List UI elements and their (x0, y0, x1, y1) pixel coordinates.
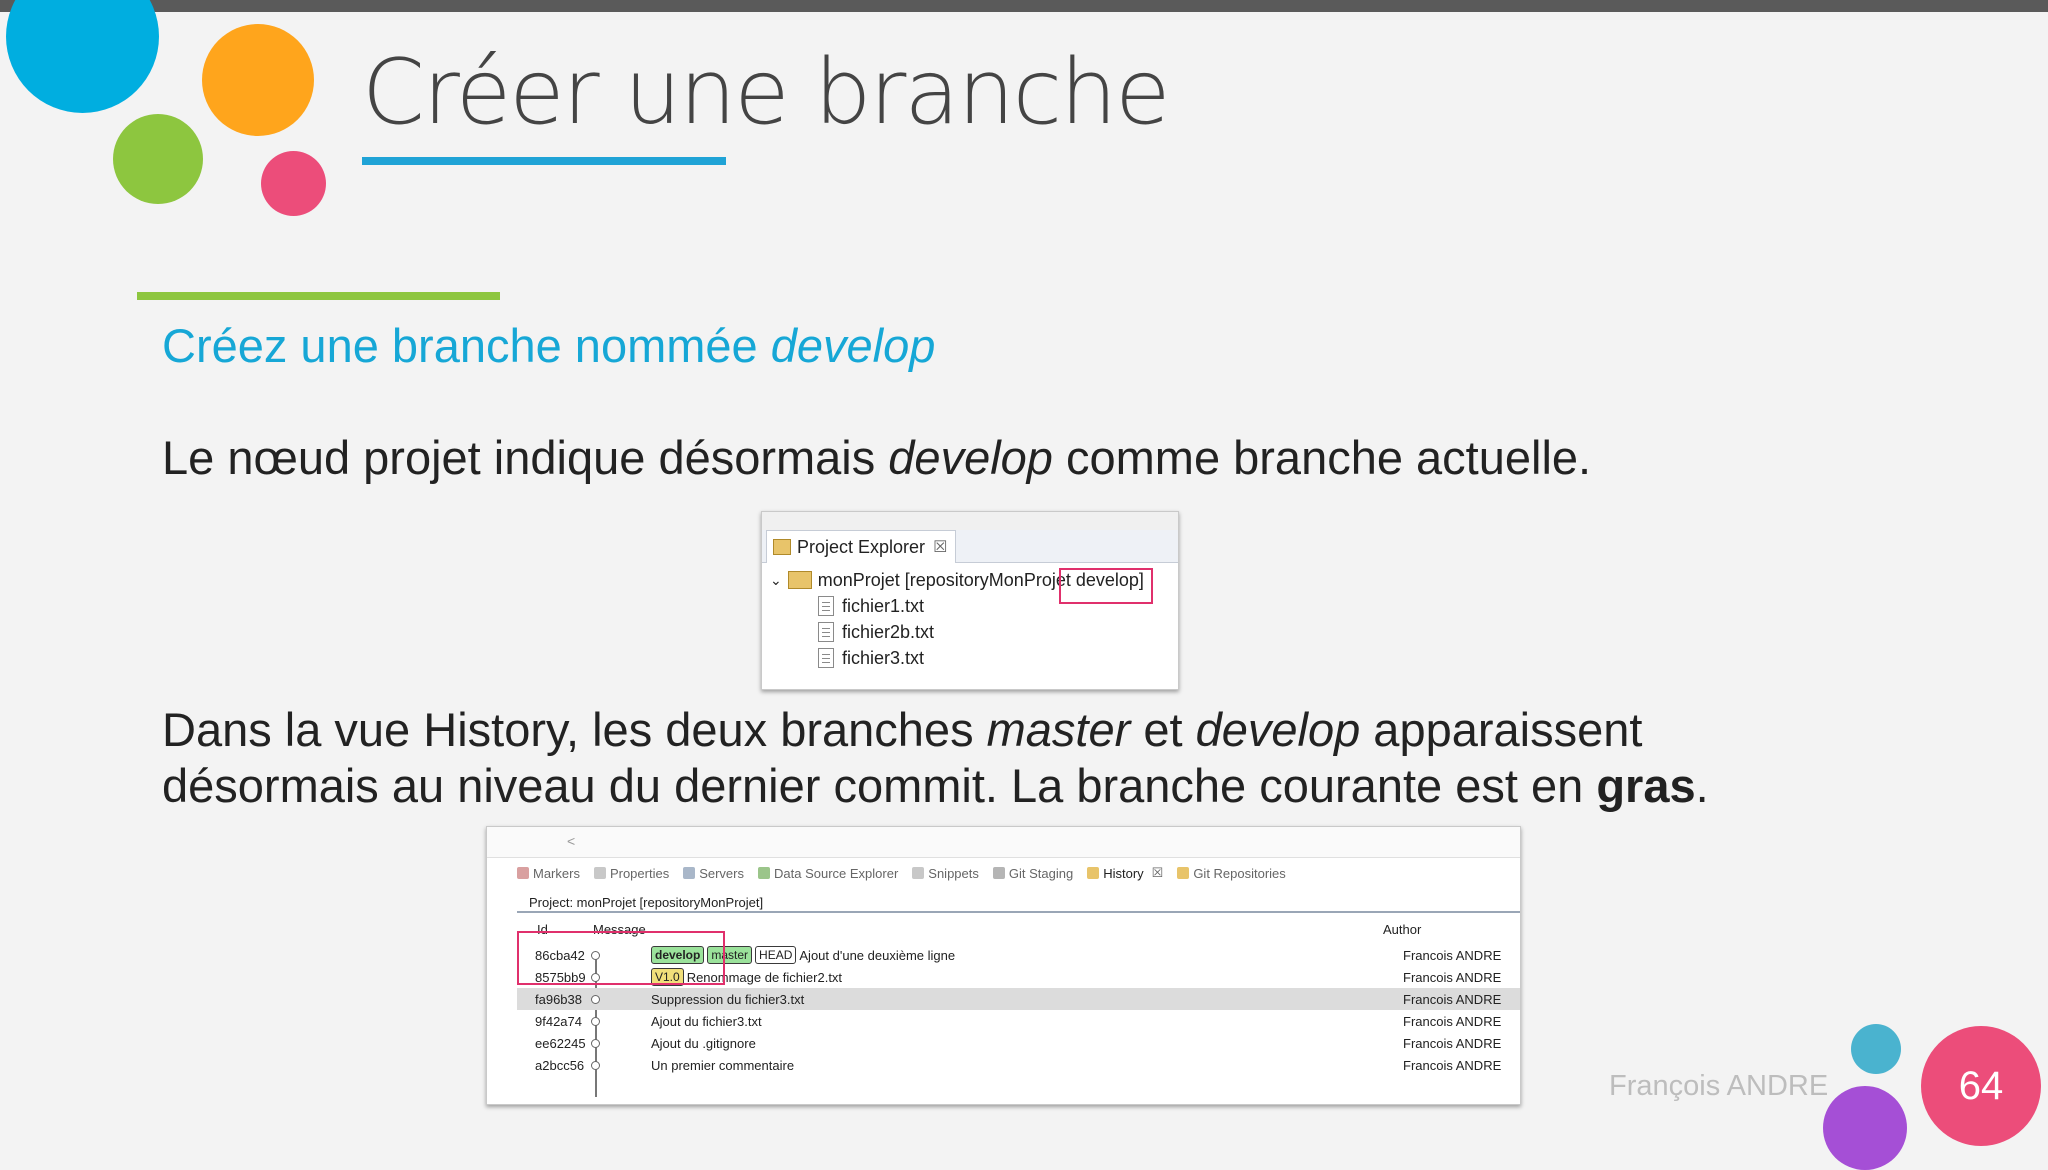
tab-servers[interactable]: Servers (683, 865, 744, 881)
git-repositories-icon (1177, 867, 1190, 879)
git-staging-icon (992, 867, 1005, 879)
decor-circle-blue (6, 0, 159, 113)
slide-title: Créer une branche (362, 40, 1170, 145)
divider (517, 911, 1520, 913)
file-label: fichier3.txt (842, 647, 925, 668)
commit-id: 9f42a74 (535, 1013, 582, 1029)
tree-item-file[interactable]: fichier2b.txt (818, 620, 934, 644)
toolbar (762, 512, 1178, 530)
commit-author: Francois ANDRE (1403, 1035, 1502, 1051)
title-underline (362, 157, 726, 165)
section-divider (137, 292, 500, 300)
properties-icon (593, 867, 606, 879)
tree-item-file[interactable]: fichier3.txt (818, 646, 924, 670)
table-row[interactable]: a2bcc56 Un premier commentaire Francois … (517, 1054, 1520, 1076)
tab-snippets[interactable]: Snippets (912, 865, 979, 881)
tab-git-repositories[interactable]: Git Repositories (1177, 865, 1286, 881)
tab-history[interactable]: History ☒ (1087, 865, 1163, 881)
decor-circle-green (113, 114, 203, 204)
text-file-icon (818, 622, 834, 642)
commit-node-icon (591, 994, 600, 1004)
horizontal-scrollbar[interactable]: < (487, 827, 1520, 858)
commit-message: Suppression du fichier3.txt (651, 991, 805, 1007)
chevron-down-icon[interactable]: ⌄ (770, 572, 782, 589)
tab-markers[interactable]: Markers (517, 865, 580, 881)
data-source-icon (758, 867, 770, 879)
commit-node-icon (591, 1060, 600, 1070)
commit-message: Un premier commentaire (651, 1057, 795, 1073)
table-row[interactable]: ee62245 Ajout du .gitignore Francois AND… (517, 1032, 1520, 1054)
servers-icon (683, 867, 696, 879)
commit-author: Francois ANDRE (1403, 1013, 1502, 1029)
project-folder-icon (787, 571, 812, 589)
tab-properties[interactable]: Properties (593, 865, 669, 881)
history-icon (1087, 867, 1100, 879)
paragraph-1: Le nœud projet indique désormais develop… (162, 431, 1592, 484)
commit-author: Francois ANDRE (1403, 969, 1502, 985)
text-file-icon (818, 596, 834, 616)
history-project-label: Project: monProjet [repositoryMonProjet] (529, 895, 764, 910)
commit-id: ee62245 (535, 1035, 586, 1051)
highlight-box (1059, 568, 1153, 604)
tree-item-file[interactable]: fichier1.txt (818, 594, 924, 618)
file-label: fichier1.txt (842, 595, 925, 616)
tab-data-source-explorer[interactable]: Data Source Explorer (758, 865, 898, 881)
tab-label: Project Explorer (797, 536, 926, 557)
scroll-left-icon[interactable]: < (567, 833, 575, 849)
commit-node-icon (591, 1016, 600, 1026)
table-row[interactable]: fa96b38 Suppression du fichier3.txt Fran… (517, 988, 1520, 1010)
commit-message: Ajout du fichier3.txt (651, 1013, 762, 1029)
footer-author: François ANDRE (1609, 1070, 1829, 1102)
top-bar (0, 0, 2048, 12)
history-view-screenshot: < Markers Properties Servers Data Source… (486, 826, 1521, 1105)
commit-id: a2bcc56 (535, 1057, 585, 1073)
commit-message: Ajout d'une deuxième ligne (799, 947, 956, 963)
commit-node-icon (591, 1038, 600, 1048)
snippets-icon (912, 867, 925, 879)
commit-message: Ajout du .gitignore (651, 1035, 756, 1051)
file-label: fichier2b.txt (842, 621, 935, 642)
commit-author: Francois ANDRE (1403, 947, 1502, 963)
commit-author: Francois ANDRE (1403, 1057, 1502, 1073)
decor-circle-teal (1851, 1024, 1901, 1074)
paragraph-2: Dans la vue History, les deux branches m… (162, 703, 1709, 812)
view-tab-bar: Markers Properties Servers Data Source E… (517, 865, 1286, 881)
page-number-badge: 64 (1921, 1026, 2041, 1146)
decor-circle-pink (261, 151, 326, 216)
commit-id: fa96b38 (535, 991, 582, 1007)
column-header-author[interactable]: Author (1383, 922, 1421, 937)
table-row[interactable]: 9f42a74 Ajout du fichier3.txt Francois A… (517, 1010, 1520, 1032)
project-explorer-icon (773, 539, 791, 555)
commit-author: Francois ANDRE (1403, 991, 1502, 1007)
tab-git-staging[interactable]: Git Staging (992, 865, 1073, 881)
decor-circle-purple (1823, 1086, 1907, 1170)
markers-icon (517, 867, 529, 879)
head-tag: HEAD (755, 946, 797, 964)
project-explorer-screenshot: Project Explorer ☒ ⌄ monProjet [reposito… (761, 511, 1179, 690)
decor-circle-orange (202, 24, 314, 136)
text-file-added-icon (818, 648, 834, 668)
close-icon[interactable]: ☒ (933, 537, 947, 557)
section-subtitle: Créez une branche nommée develop (162, 319, 936, 372)
close-icon[interactable]: ☒ (1152, 865, 1164, 881)
highlight-box (517, 931, 725, 985)
tab-project-explorer[interactable]: Project Explorer ☒ (766, 530, 956, 563)
